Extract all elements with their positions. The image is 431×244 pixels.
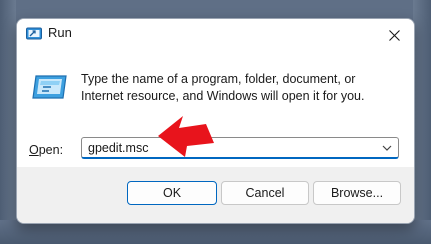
chevron-down-icon[interactable] xyxy=(380,141,394,155)
close-button[interactable] xyxy=(374,19,414,51)
open-input[interactable] xyxy=(88,139,368,157)
content-area: Type the name of a program, folder, docu… xyxy=(17,51,414,167)
open-label-text: pen: xyxy=(38,143,64,157)
close-icon xyxy=(388,29,400,41)
open-label-accelerator: O xyxy=(29,143,39,157)
run-app-icon xyxy=(32,75,67,99)
run-description: Type the name of a program, folder, docu… xyxy=(81,72,365,103)
run-dialog-icon xyxy=(26,27,42,40)
cancel-button[interactable]: Cancel xyxy=(221,181,309,205)
run-dialog: Run Type the name of a program, folder, … xyxy=(16,18,415,224)
browse-button[interactable]: Browse... xyxy=(313,181,401,205)
desktop-background-right xyxy=(413,0,431,244)
window-title: Run xyxy=(48,25,72,40)
open-label: Open: xyxy=(29,143,63,157)
open-combobox[interactable] xyxy=(81,137,399,159)
title-bar: Run xyxy=(17,19,414,51)
button-bar: OK Cancel Browse... xyxy=(17,167,414,223)
ok-button[interactable]: OK xyxy=(127,181,217,205)
desktop-background-left xyxy=(0,0,16,244)
